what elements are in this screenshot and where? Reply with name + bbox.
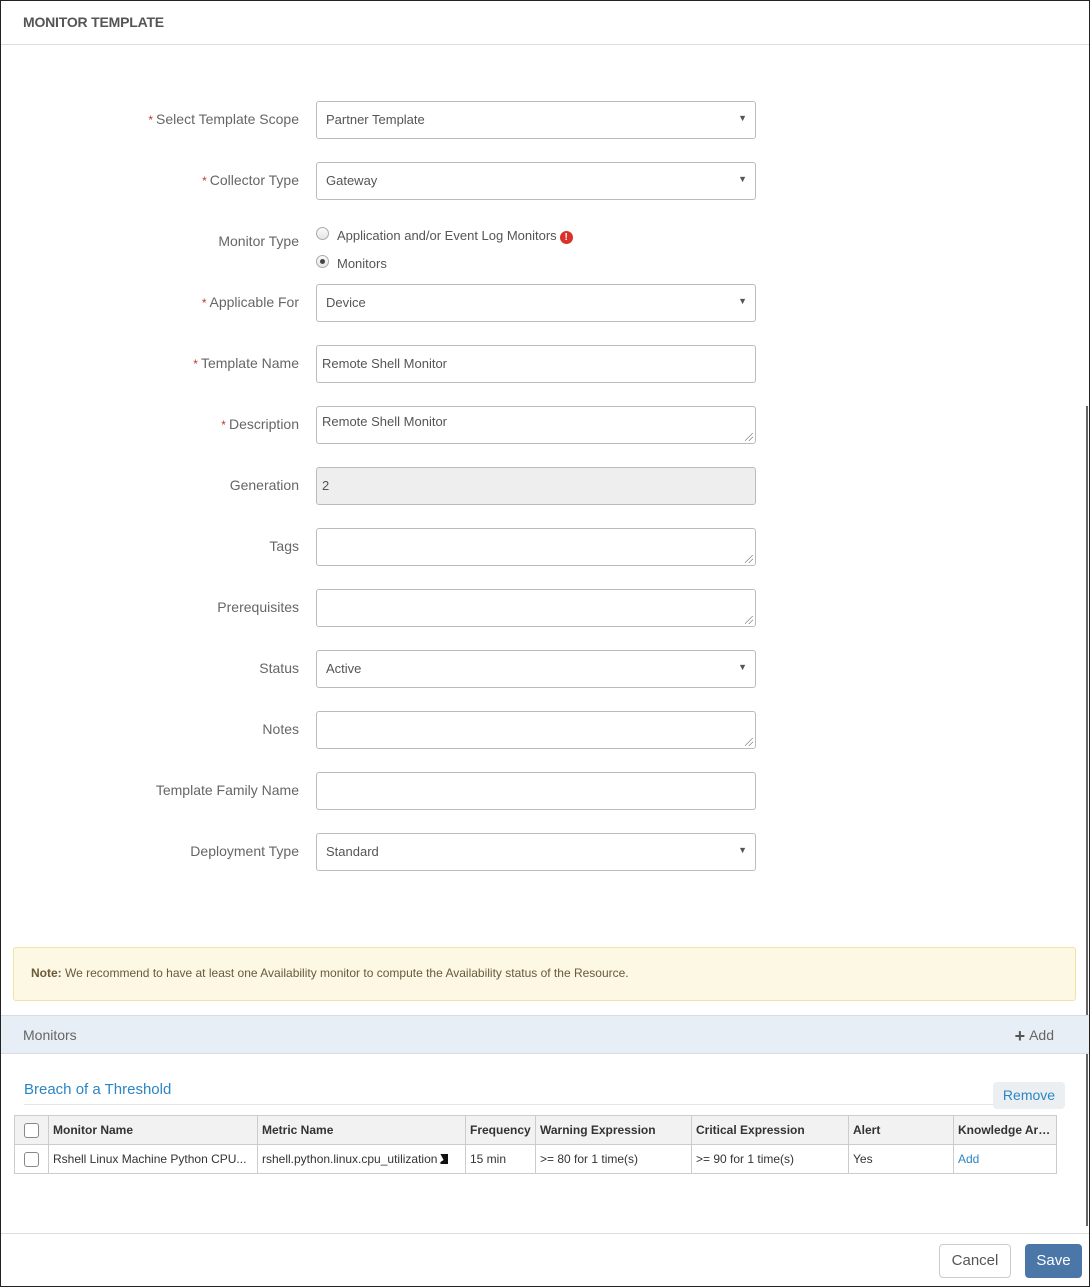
add-monitor-button[interactable]: + Add: [1015, 1026, 1054, 1047]
cell-alert: Yes: [848, 1144, 954, 1174]
description-textarea[interactable]: Remote Shell Monitor: [316, 406, 756, 444]
row-generation: Generation 2: [1, 467, 761, 505]
row-collector-type: * Collector Type Gateway ▼: [1, 162, 761, 200]
template-scope-label: Select Template Scope: [156, 111, 299, 127]
column-header-frequency[interactable]: Frequency: [465, 1115, 536, 1145]
template-scope-select[interactable]: Partner Template ▼: [316, 101, 756, 139]
status-select[interactable]: Active ▼: [316, 650, 756, 688]
row-applicable-for: * Applicable For Device ▼: [1, 284, 761, 322]
exclamation-circle-icon: !: [559, 231, 573, 244]
header: MONITOR TEMPLATE: [1, 1, 1089, 45]
template-family-name-label: Template Family Name: [155, 782, 299, 798]
notes-textarea[interactable]: [316, 711, 756, 749]
required-marker: *: [193, 357, 198, 371]
row-template-scope: * Select Template Scope Partner Template …: [1, 101, 761, 139]
row-template-family-name: Template Family Name: [1, 772, 761, 810]
resize-handle-icon[interactable]: [745, 738, 753, 746]
column-header-warning-expression[interactable]: Warning Expression: [535, 1115, 692, 1145]
row-prerequisites: Prerequisites: [1, 589, 761, 627]
resize-handle-icon[interactable]: [745, 433, 753, 441]
cell-frequency: 15 min: [465, 1144, 536, 1174]
prerequisites-textarea[interactable]: [316, 589, 756, 627]
select-all-checkbox[interactable]: [24, 1122, 39, 1138]
scrollbar-thumb[interactable]: [1086, 406, 1088, 1226]
column-header-knowledge-article[interactable]: Knowledge Art...: [953, 1115, 1057, 1145]
monitors-section-header: Monitors + Add: [1, 1015, 1089, 1054]
row-tags: Tags: [1, 528, 761, 566]
chevron-down-icon: ▼: [738, 662, 747, 672]
chevron-down-icon: ▼: [738, 296, 747, 306]
prerequisites-label: Prerequisites: [217, 599, 299, 615]
radio-button[interactable]: [316, 227, 329, 240]
row-deployment-type: Deployment Type Standard ▼: [1, 833, 761, 871]
deployment-type-select[interactable]: Standard ▼: [316, 833, 756, 871]
cell-monitor-name: Rshell Linux Machine Python CPU...: [48, 1144, 258, 1174]
column-header-critical-expression[interactable]: Critical Expression: [691, 1115, 849, 1145]
table-header-row: Monitor Name Metric Name Frequency Warni…: [14, 1115, 1057, 1145]
edit-icon[interactable]: [440, 1154, 449, 1164]
deployment-type-label: Deployment Type: [190, 843, 299, 859]
monitor-type-label: Monitor Type: [218, 233, 299, 249]
note-text: We recommend to have at least one Availa…: [61, 966, 629, 980]
row-status: Status Active ▼: [1, 650, 761, 688]
breach-of-threshold-title[interactable]: Breach of a Threshold: [24, 1081, 171, 1098]
chevron-down-icon: ▼: [738, 113, 747, 123]
save-button[interactable]: Save: [1025, 1244, 1082, 1278]
notes-label: Notes: [262, 721, 299, 737]
column-header-metric-name[interactable]: Metric Name: [257, 1115, 466, 1145]
resize-handle-icon[interactable]: [745, 555, 753, 563]
row-checkbox-cell: [14, 1144, 49, 1174]
description-label: Description: [228, 416, 299, 432]
page-title: MONITOR TEMPLATE: [23, 14, 164, 30]
monitors-title: Monitors: [23, 1027, 77, 1043]
row-description: * Description Remote Shell Monitor: [1, 406, 761, 444]
note-prefix: Note:: [31, 966, 62, 980]
tags-textarea[interactable]: [316, 528, 756, 566]
generation-label: Generation: [229, 477, 299, 493]
availability-note: Note: We recommend to have at least one …: [13, 947, 1076, 1001]
select-all-checkbox-cell: [14, 1115, 49, 1145]
chevron-down-icon: ▼: [738, 845, 747, 855]
required-marker: *: [201, 296, 207, 310]
column-header-alert[interactable]: Alert: [848, 1115, 954, 1145]
row-template-name: * Template Name Remote Shell Monitor: [1, 345, 761, 383]
row-notes: Notes: [1, 711, 761, 749]
monitors-table: Monitor Name Metric Name Frequency Warni…: [14, 1115, 1057, 1174]
status-label: Status: [259, 660, 299, 676]
tags-label: Tags: [269, 538, 299, 554]
column-header-monitor-name[interactable]: Monitor Name: [48, 1115, 258, 1145]
cell-knowledge-article: Add: [953, 1144, 1057, 1174]
divider: [24, 1104, 994, 1105]
collector-type-label: Collector Type: [209, 172, 299, 188]
add-knowledge-article-link[interactable]: Add: [958, 1152, 979, 1166]
cancel-button[interactable]: Cancel: [939, 1244, 1011, 1278]
template-family-name-input[interactable]: [316, 772, 756, 810]
chevron-down-icon: ▼: [738, 174, 747, 184]
footer-divider: [1, 1233, 1089, 1234]
radio-button-checked[interactable]: [316, 255, 329, 268]
remove-button[interactable]: Remove: [993, 1082, 1065, 1109]
cell-critical-expression: >= 90 for 1 time(s): [691, 1144, 849, 1174]
required-marker: *: [148, 113, 154, 127]
collector-type-select[interactable]: Gateway ▼: [316, 162, 756, 200]
monitor-template-window: MONITOR TEMPLATE * Select Template Scope …: [0, 0, 1090, 1287]
required-marker: *: [221, 418, 226, 432]
plus-icon: +: [1014, 1026, 1026, 1046]
required-marker: *: [202, 174, 207, 188]
applicable-for-label: Applicable For: [209, 294, 300, 310]
applicable-for-select[interactable]: Device ▼: [316, 284, 756, 322]
table-row: Rshell Linux Machine Python CPU... rshel…: [14, 1144, 1057, 1174]
resize-handle-icon[interactable]: [745, 616, 753, 624]
template-name-label: Template Name: [200, 355, 299, 371]
cell-warning-expression: >= 80 for 1 time(s): [535, 1144, 692, 1174]
template-name-input[interactable]: Remote Shell Monitor: [316, 345, 756, 383]
generation-input: 2: [316, 467, 756, 505]
row-checkbox[interactable]: [24, 1151, 39, 1167]
cell-metric-name: rshell.python.linux.cpu_utilization: [257, 1144, 466, 1174]
